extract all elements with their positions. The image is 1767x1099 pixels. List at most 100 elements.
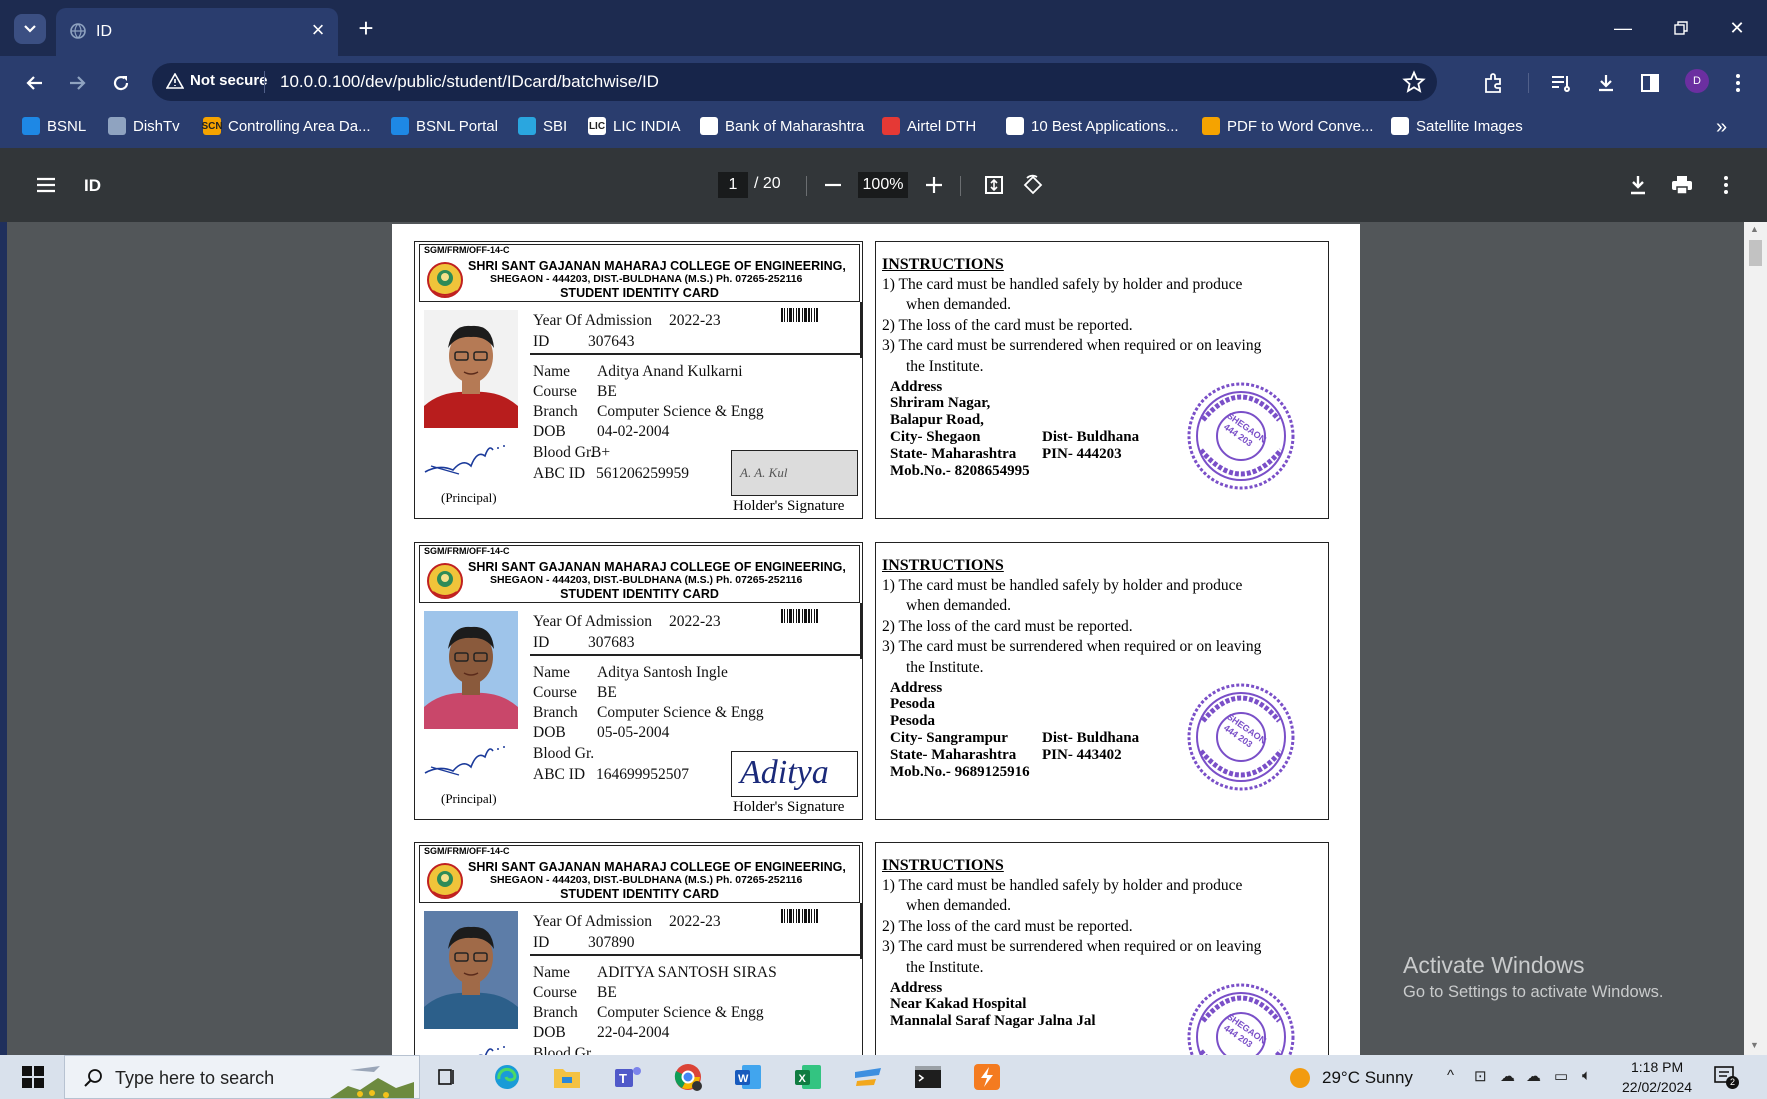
weather-text[interactable]: 29°C Sunny: [1322, 1068, 1413, 1088]
student-photo: [424, 911, 518, 1029]
year-of-admission-value: 2022-23: [669, 613, 721, 630]
show-hidden-icons-chevron-up-icon[interactable]: ^: [1447, 1067, 1454, 1084]
forward-button[interactable]: [62, 68, 92, 98]
course-label: Course: [533, 984, 577, 1001]
printer-icon: [1672, 176, 1692, 195]
url-text[interactable]: 10.0.0.100/dev/public/student/IDcard/bat…: [280, 72, 659, 92]
bookmark-item[interactable]: BSNL: [22, 117, 86, 135]
pdf-print-button[interactable]: [1667, 170, 1697, 200]
holder-signature-box: A. A. Kul: [731, 450, 858, 496]
pdf-page: SGM/FRM/OFF-14-C SHRI SANT GAJANAN MAHARA…: [392, 224, 1360, 1055]
holder-signature-box: Aditya: [731, 751, 858, 797]
profile-avatar[interactable]: D: [1685, 69, 1709, 93]
bookmark-item[interactable]: Satellite Images: [1391, 117, 1523, 135]
zoom-in-button[interactable]: [919, 170, 949, 200]
taskbar-search-box[interactable]: Type here to search: [64, 1055, 420, 1099]
word-button[interactable]: W: [731, 1061, 765, 1093]
rotate-button[interactable]: [1018, 170, 1048, 200]
downloads-button[interactable]: [1591, 68, 1621, 98]
minimize-button[interactable]: —: [1603, 12, 1643, 44]
notification-center-button[interactable]: 2: [1714, 1066, 1739, 1089]
student-name-label: Name: [533, 964, 571, 981]
address-line: Pesoda: [890, 713, 935, 729]
volume-icon[interactable]: 🔈︎: [1582, 1067, 1591, 1084]
restore-button[interactable]: [1661, 12, 1701, 44]
watermark-title: Activate Windows: [1403, 952, 1585, 978]
bookmark-item[interactable]: DishTv: [108, 117, 180, 135]
bookmark-item[interactable]: Bank of Maharashtra: [700, 117, 864, 135]
scrollbar[interactable]: ▲ ▼: [1744, 222, 1767, 1055]
principal-signature-image: [419, 436, 509, 484]
excel-button[interactable]: X: [791, 1061, 825, 1093]
bookmark-item[interactable]: Airtel DTH: [882, 117, 976, 135]
security-indicator[interactable]: Not secure: [166, 72, 268, 89]
instruction-line: when demanded.: [906, 296, 1012, 313]
pdf-more-button[interactable]: [1711, 170, 1741, 200]
bookmark-item[interactable]: LIC LIC INDIA: [588, 117, 681, 135]
college-name: SHRI SANT GAJANAN MAHARAJ COLLEGE OF ENG…: [468, 560, 846, 574]
abc-id-label: ABC ID: [533, 465, 586, 482]
zoom-out-button[interactable]: [818, 170, 848, 200]
college-stamp-image: SHEGAON 444 203: [1185, 981, 1297, 1055]
divider: [860, 903, 862, 959]
bookmark-item[interactable]: SCN Controlling Area Da...: [201, 117, 371, 135]
active-tab[interactable]: ID ×: [56, 8, 338, 56]
teams-button[interactable]: T: [611, 1061, 645, 1093]
back-button[interactable]: [20, 68, 50, 98]
rotate-icon: [1023, 174, 1043, 195]
scroll-down-arrow-icon[interactable]: ▼: [1750, 1040, 1759, 1050]
task-view-button[interactable]: [430, 1061, 464, 1093]
new-tab-button[interactable]: +: [352, 14, 380, 42]
scrollbar-thumb[interactable]: [1749, 240, 1762, 266]
page-number-input[interactable]: 1: [718, 172, 748, 198]
date-of-birth-label: DOB: [533, 423, 566, 440]
file-explorer-button[interactable]: [550, 1061, 584, 1093]
more-bookmarks-button[interactable]: »: [1716, 116, 1727, 139]
divider: [530, 654, 860, 656]
address-line: Near Kakad Hospital: [890, 996, 1027, 1012]
reading-list-button[interactable]: [1546, 68, 1576, 98]
onedrive-icon[interactable]: ☁: [1500, 1067, 1515, 1085]
edge-taskbar-button[interactable]: [490, 1061, 524, 1093]
address-district: Dist- Buldhana: [1042, 429, 1140, 445]
bookmark-star-icon[interactable]: [1402, 70, 1426, 94]
cloud-sync-icon[interactable]: ☁: [1526, 1067, 1541, 1085]
terminal-button[interactable]: [911, 1061, 945, 1093]
side-panel-button[interactable]: [1635, 68, 1665, 98]
clock-date[interactable]: 22/02/2024: [1622, 1079, 1692, 1095]
network-icon[interactable]: ▭: [1554, 1067, 1568, 1085]
bookmark-item[interactable]: PDF to Word Conve...: [1202, 117, 1373, 135]
address-title: Address: [890, 379, 943, 395]
pdf-download-button[interactable]: [1623, 170, 1653, 200]
card-header: SGM/FRM/OFF-14-C SHRI SANT GAJANAN MAHARA…: [419, 545, 860, 603]
extensions-button[interactable]: [1479, 68, 1509, 98]
instructions-title: INSTRUCTIONS: [882, 256, 1004, 273]
scroll-up-arrow-icon[interactable]: ▲: [1750, 224, 1759, 234]
bookmark-item[interactable]: BSNL Portal: [391, 117, 498, 135]
browser-menu-button[interactable]: [1723, 68, 1753, 98]
chrome-icon: [674, 1064, 702, 1091]
blood-group-label: Blood Gr.: [533, 444, 595, 461]
clock-time[interactable]: 1:18 PM: [1631, 1059, 1683, 1075]
zoom-level[interactable]: 100%: [858, 172, 908, 198]
fit-page-icon: [985, 176, 1003, 194]
app-taskbar-button-2[interactable]: [970, 1061, 1004, 1093]
reload-button[interactable]: [106, 68, 136, 98]
bookmark-item[interactable]: 10 Best Applications...: [1006, 117, 1179, 135]
meet-now-icon[interactable]: ⊡: [1474, 1067, 1487, 1085]
instruction-line: 1) The card must be handled safely by ho…: [882, 877, 1243, 894]
pdf-viewport[interactable]: SGM/FRM/OFF-14-C SHRI SANT GAJANAN MAHARA…: [0, 222, 1767, 1055]
windows-start-icon[interactable]: [22, 1066, 44, 1088]
instruction-line: 3) The card must be surrendered when req…: [882, 638, 1262, 655]
chrome-taskbar-button[interactable]: [671, 1061, 705, 1093]
pdf-menu-button[interactable]: [31, 170, 61, 200]
app-taskbar-button[interactable]: [851, 1061, 885, 1093]
fit-page-button[interactable]: [979, 170, 1009, 200]
year-of-admission-label: Year Of Admission: [533, 312, 652, 329]
search-icon: [84, 1069, 102, 1087]
bookmark-item[interactable]: SBI: [518, 117, 567, 135]
close-window-button[interactable]: ✕: [1717, 12, 1757, 44]
address-bar[interactable]: Not secure 10.0.0.100/dev/public/student…: [152, 63, 1437, 101]
tab-search-button[interactable]: [14, 14, 46, 44]
tab-close-icon[interactable]: ×: [306, 18, 330, 42]
